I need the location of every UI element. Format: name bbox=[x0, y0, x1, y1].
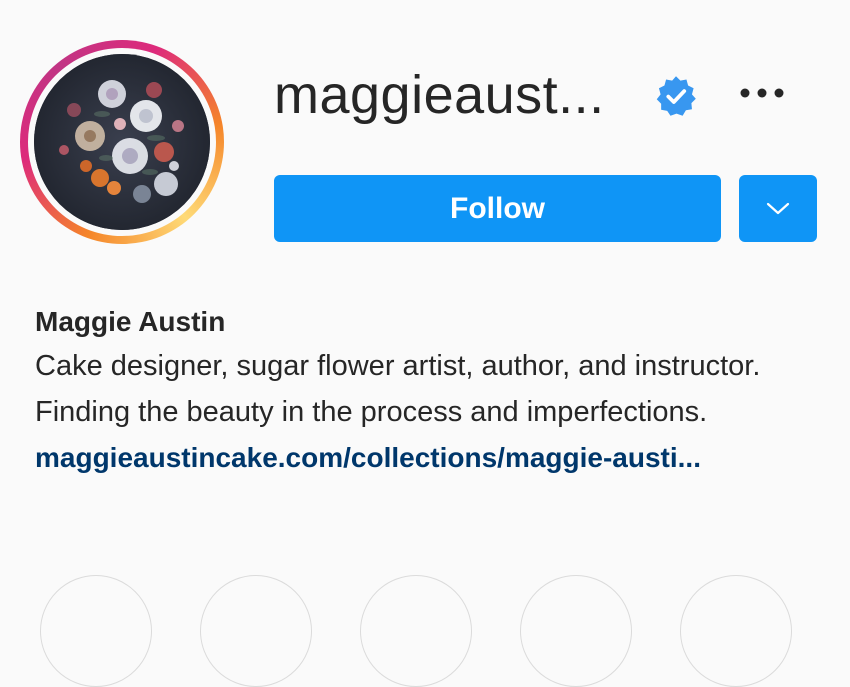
story-highlight[interactable] bbox=[520, 575, 632, 687]
story-highlight[interactable] bbox=[680, 575, 792, 687]
profile-username: maggieaust... bbox=[274, 65, 605, 125]
profile-avatar-story-ring[interactable] bbox=[20, 40, 224, 244]
profile-bio-text: Cake designer, sugar flower artist, auth… bbox=[35, 350, 761, 428]
more-options-icon[interactable] bbox=[734, 76, 790, 110]
profile-website-link[interactable]: maggieaustincake.com/collections/maggie-… bbox=[35, 435, 835, 481]
suggested-accounts-dropdown-button[interactable] bbox=[739, 175, 817, 242]
story-highlight[interactable] bbox=[40, 575, 152, 687]
story-highlight[interactable] bbox=[200, 575, 312, 687]
chevron-down-icon bbox=[766, 202, 790, 214]
verified-badge-icon bbox=[654, 74, 698, 118]
follow-button[interactable]: Follow bbox=[274, 175, 721, 242]
profile-avatar[interactable] bbox=[34, 54, 210, 230]
profile-bio-section: Maggie Austin Cake designer, sugar flowe… bbox=[35, 300, 835, 481]
profile-full-name: Maggie Austin bbox=[35, 306, 226, 337]
story-highlight[interactable] bbox=[360, 575, 472, 687]
floral-cake-photo bbox=[34, 54, 210, 230]
